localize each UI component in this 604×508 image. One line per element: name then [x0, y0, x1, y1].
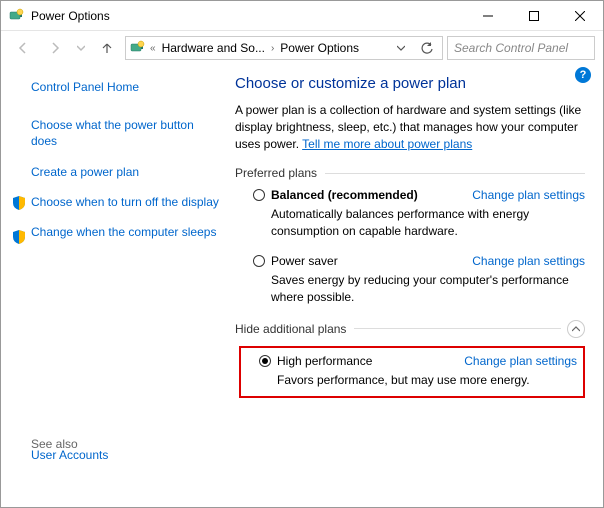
forward-button[interactable] — [41, 34, 69, 62]
sidebar-link-create-plan[interactable]: Create a power plan — [31, 164, 219, 180]
hide-label: Hide additional plans — [235, 322, 346, 336]
plan-name-label: Power saver — [271, 254, 338, 268]
address-bar[interactable]: « Hardware and So... › Power Options — [125, 36, 443, 60]
refresh-button[interactable] — [416, 37, 438, 59]
search-input[interactable] — [447, 36, 595, 60]
sidebar-link-turn-off-display[interactable]: Choose when to turn off the display — [31, 194, 219, 210]
breadcrumb-power-options[interactable]: Power Options — [278, 41, 361, 55]
radio-button[interactable] — [259, 355, 271, 367]
plan-balanced: Balanced (recommended) Change plan setti… — [235, 188, 585, 240]
tell-more-link[interactable]: Tell me more about power plans — [302, 137, 472, 151]
plan-description: Saves energy by reducing your computer's… — [271, 272, 585, 306]
highlight-box: High performance Change plan settings Fa… — [239, 346, 585, 399]
plan-high-performance: High performance Change plan settings Fa… — [253, 354, 577, 389]
radio-button[interactable] — [253, 255, 265, 267]
user-accounts-link[interactable]: User Accounts — [31, 447, 108, 463]
main-content: ? Choose or customize a power plan A pow… — [229, 67, 603, 507]
plan-balanced-option[interactable]: Balanced (recommended) — [253, 188, 418, 202]
shield-icon — [11, 229, 27, 245]
collapse-button[interactable] — [567, 320, 585, 338]
change-settings-saver[interactable]: Change plan settings — [472, 254, 585, 268]
plan-description: Favors performance, but may use more ene… — [277, 372, 577, 389]
chevron-icon[interactable]: « — [150, 43, 156, 54]
navigation-bar: « Hardware and So... › Power Options — [1, 31, 603, 65]
sidebar: Control Panel Home Choose what the power… — [1, 67, 229, 507]
help-icon[interactable]: ? — [575, 67, 591, 83]
plan-high-option[interactable]: High performance — [259, 354, 372, 368]
maximize-button[interactable] — [511, 1, 557, 31]
plan-saver-option[interactable]: Power saver — [253, 254, 338, 268]
history-dropdown-icon[interactable] — [390, 37, 412, 59]
close-button[interactable] — [557, 1, 603, 31]
plan-name-label: High performance — [277, 354, 372, 368]
plan-description: Automatically balances performance with … — [271, 206, 585, 240]
power-options-icon — [9, 8, 25, 24]
back-button[interactable] — [9, 34, 37, 62]
change-settings-high[interactable]: Change plan settings — [464, 354, 577, 368]
titlebar: Power Options — [1, 1, 603, 31]
hide-additional-header: Hide additional plans — [235, 320, 585, 338]
plan-name-label: Balanced (recommended) — [271, 188, 418, 202]
up-button[interactable] — [93, 34, 121, 62]
change-settings-balanced[interactable]: Change plan settings — [472, 188, 585, 202]
page-description: A power plan is a collection of hardware… — [235, 102, 585, 152]
breadcrumb-hardware[interactable]: Hardware and So... — [160, 41, 267, 55]
preferred-label: Preferred plans — [235, 166, 317, 180]
plan-power-saver: Power saver Change plan settings Saves e… — [235, 254, 585, 306]
control-panel-home-link[interactable]: Control Panel Home — [31, 79, 219, 95]
sidebar-link-power-button[interactable]: Choose what the power button does — [31, 117, 219, 149]
minimize-button[interactable] — [465, 1, 511, 31]
power-options-icon — [130, 40, 146, 56]
radio-button[interactable] — [253, 189, 265, 201]
chevron-right-icon: › — [271, 43, 274, 54]
recent-dropdown[interactable] — [73, 34, 89, 62]
page-heading: Choose or customize a power plan — [235, 75, 585, 92]
window-title: Power Options — [31, 9, 465, 23]
shield-icon — [11, 195, 27, 211]
preferred-plans-header: Preferred plans — [235, 166, 585, 180]
sidebar-link-computer-sleeps[interactable]: Change when the computer sleeps — [31, 224, 219, 240]
